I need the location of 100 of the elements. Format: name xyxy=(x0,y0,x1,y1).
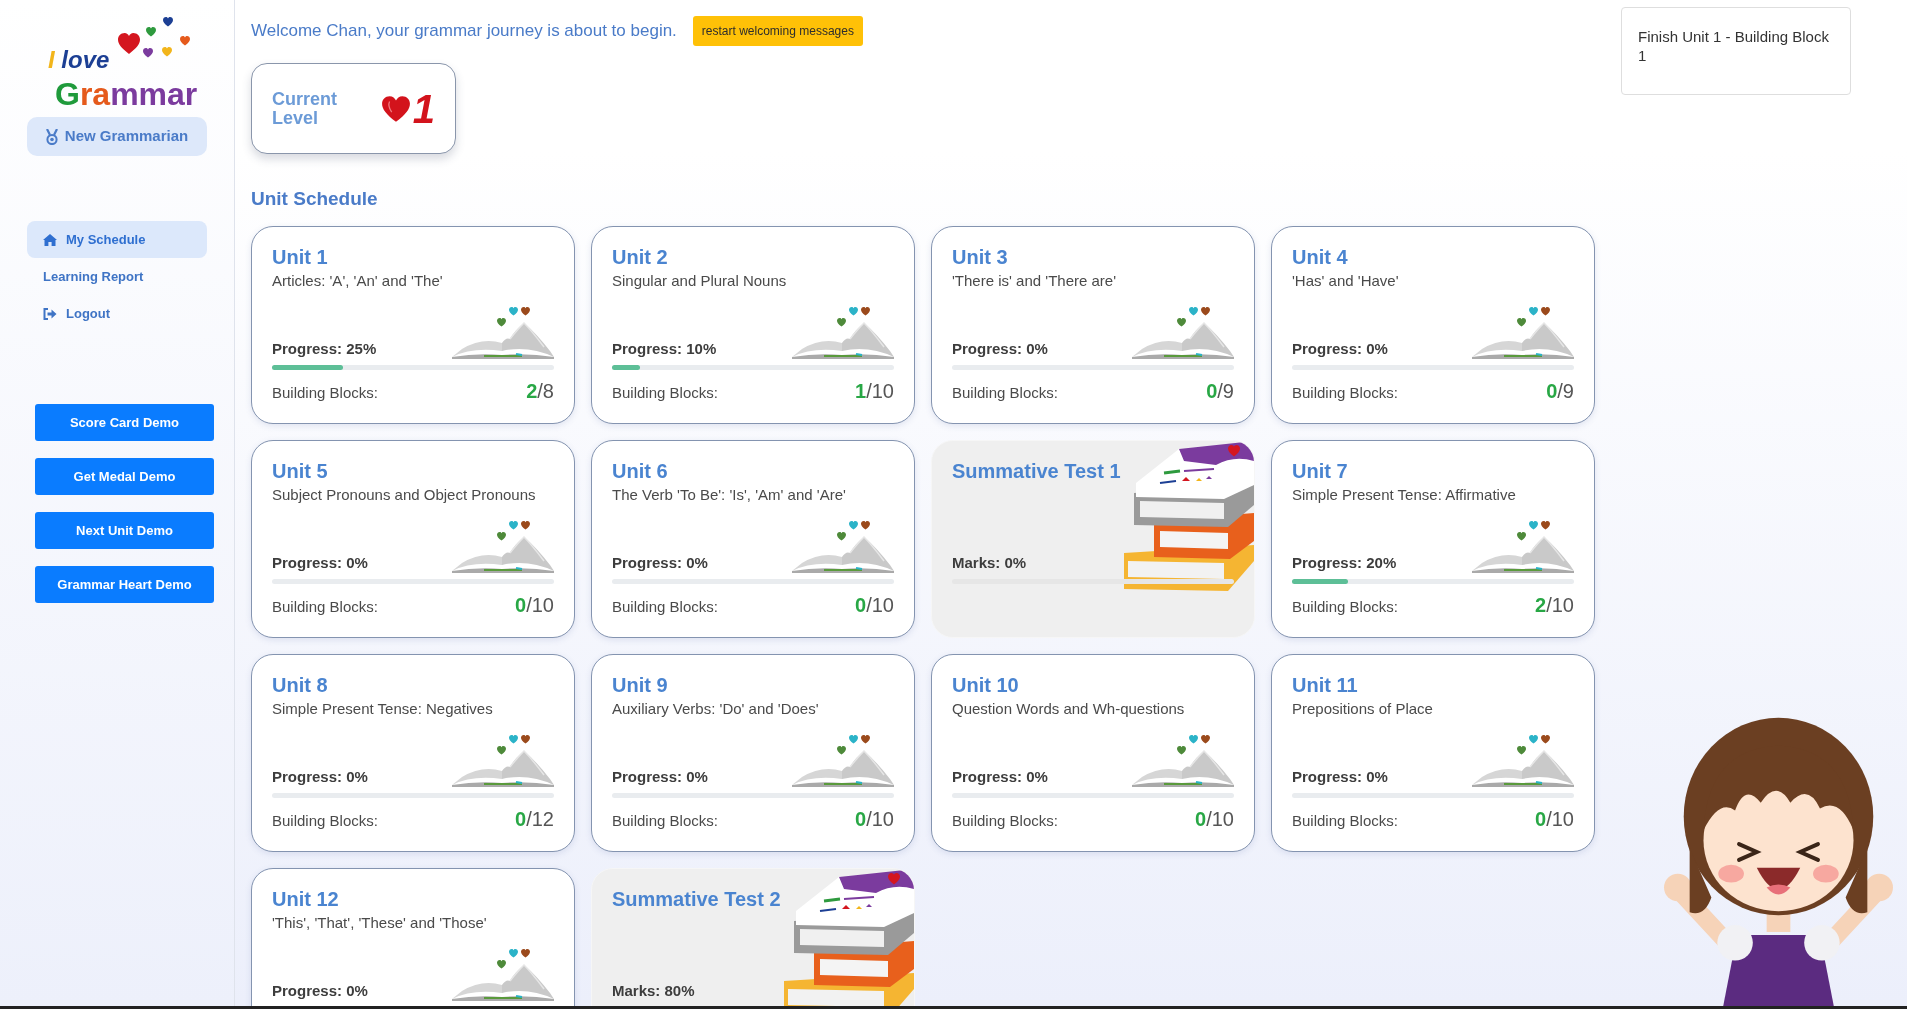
blocks-label: Building Blocks: xyxy=(1292,597,1398,617)
open-book-icon xyxy=(1472,521,1574,573)
unit-topic: Prepositions of Place xyxy=(1292,699,1433,719)
book-stack-icon xyxy=(784,869,914,1006)
blocks-count: 0/9 xyxy=(1546,379,1574,404)
unit-title: Unit 2 xyxy=(612,245,668,270)
blocks-label: Building Blocks: xyxy=(952,383,1058,403)
progress-label: Progress: 0% xyxy=(1292,767,1388,787)
unit-card[interactable]: Unit 2 Singular and Plural Nouns Progress: 10% Building Blocks: 1/10 xyxy=(591,226,915,424)
progress-label: Progress: 10% xyxy=(612,339,717,359)
open-book-icon xyxy=(792,735,894,787)
unit-topic: Subject Pronouns and Object Pronouns xyxy=(272,485,536,505)
section-heading: Unit Schedule xyxy=(251,187,378,211)
next-task-text: Finish Unit 1 - Building Block 1 xyxy=(1638,27,1830,65)
unit-card[interactable]: Unit 6 The Verb 'To Be': 'Is', 'Am' and 'Are' Progress: 0% Building Blocks: 0/10 xyxy=(591,440,915,638)
unit-card[interactable]: Unit 10 Question Words and Wh-questions Progress: 0% Building Blocks: 0/10 xyxy=(931,654,1255,852)
logo-text: I love xyxy=(48,47,110,73)
open-book-icon xyxy=(792,307,894,359)
open-book-icon xyxy=(1472,307,1574,359)
blocks-label: Building Blocks: xyxy=(1292,383,1398,403)
blocks-label: Building Blocks: xyxy=(272,811,378,831)
open-book-icon xyxy=(452,307,554,359)
test-card[interactable]: Summative Test 1 Marks: 0% xyxy=(931,440,1255,638)
blocks-count: 0/9 xyxy=(1206,379,1234,404)
unit-card[interactable]: Unit 1 Articles: 'A', 'An' and 'The' Progress: 25% Building Blocks: 2/8 xyxy=(251,226,575,424)
unit-card[interactable]: Unit 11 Prepositions of Place Progress: 0% Building Blocks: 0/10 xyxy=(1271,654,1595,852)
open-book-icon xyxy=(452,735,554,787)
blocks-count: 0/10 xyxy=(515,593,554,618)
blocks-label: Building Blocks: xyxy=(612,383,718,403)
unit-card[interactable]: Unit 8 Simple Present Tense: Negatives Progress: 0% Building Blocks: 0/12 xyxy=(251,654,575,852)
heart-icon xyxy=(380,94,411,123)
marks-label: Marks: 0% xyxy=(952,553,1027,573)
rank-label: New Grammarian xyxy=(64,126,189,147)
test-title: Summative Test 2 xyxy=(612,887,781,912)
blocks-label: Building Blocks: xyxy=(612,811,718,831)
unit-topic: 'This', 'That', 'These' and 'Those' xyxy=(272,913,487,933)
unit-card[interactable]: Unit 5 Subject Pronouns and Object Pronouns Progress: 0% Building Blocks: 0/10 xyxy=(251,440,575,638)
unit-card[interactable]: Unit 4 'Has' and 'Have' Progress: 0% Building Blocks: 0/9 xyxy=(1271,226,1595,424)
blocks-label: Building Blocks: xyxy=(1292,811,1398,831)
demo-button[interactable]: Score Card Demo xyxy=(35,404,214,441)
progress-label: Progress: 0% xyxy=(1292,339,1388,359)
unit-topic: 'There is' and 'There are' xyxy=(952,271,1117,291)
progress-label: Progress: 0% xyxy=(272,553,368,573)
unit-title: Unit 5 xyxy=(272,459,328,484)
progress-label: Progress: 0% xyxy=(952,767,1048,787)
progress-label: Progress: 25% xyxy=(272,339,377,359)
demo-button[interactable]: Grammar Heart Demo xyxy=(35,566,214,603)
unit-title: Unit 1 xyxy=(272,245,328,270)
open-book-icon xyxy=(1472,735,1574,787)
restart-button[interactable]: restart welcoming messages xyxy=(692,16,863,46)
test-title: Summative Test 1 xyxy=(952,459,1121,484)
blocks-count: 2/10 xyxy=(1535,593,1574,618)
unit-topic: Singular and Plural Nouns xyxy=(612,271,787,291)
blocks-label: Building Blocks: xyxy=(272,597,378,617)
blocks-count: 0/10 xyxy=(855,807,894,832)
welcome-text: Welcome Chan, your grammar journey is about to begin. xyxy=(251,20,677,43)
blocks-count: 0/10 xyxy=(1195,807,1234,832)
logout-icon xyxy=(43,307,57,320)
unit-title: Unit 10 xyxy=(952,673,1019,698)
blocks-label: Building Blocks: xyxy=(272,383,378,403)
nav-item[interactable]: Learning Report xyxy=(27,258,207,295)
demo-button[interactable]: Next Unit Demo xyxy=(35,512,214,549)
progress-label: Progress: 0% xyxy=(272,767,368,787)
progress-label: Progress: 20% xyxy=(1292,553,1397,573)
unit-title: Unit 8 xyxy=(272,673,328,698)
progress-label: Progress: 0% xyxy=(272,981,368,1001)
level-value: 1 xyxy=(412,87,435,130)
unit-card[interactable]: Unit 3 'There is' and 'There are' Progress: 0% Building Blocks: 0/9 xyxy=(931,226,1255,424)
unit-topic: 'Has' and 'Have' xyxy=(1292,271,1399,291)
unit-title: Unit 3 xyxy=(952,245,1008,270)
blocks-count: 0/10 xyxy=(1535,807,1574,832)
level-label: Current Level xyxy=(272,89,338,128)
open-book-icon xyxy=(452,521,554,573)
unit-topic: Articles: 'A', 'An' and 'The' xyxy=(272,271,443,291)
blocks-count: 2/8 xyxy=(526,379,554,404)
unit-topic: The Verb 'To Be': 'Is', 'Am' and 'Are' xyxy=(612,485,846,505)
unit-title: Unit 9 xyxy=(612,673,668,698)
unit-card[interactable]: Unit 9 Auxiliary Verbs: 'Do' and 'Does' Progress: 0% Building Blocks: 0/10 xyxy=(591,654,915,852)
open-book-icon xyxy=(1132,307,1234,359)
logo-text: Grammar xyxy=(55,77,198,111)
open-book-icon xyxy=(1132,735,1234,787)
progress-label: Progress: 0% xyxy=(612,553,708,573)
unit-topic: Question Words and Wh-questions xyxy=(952,699,1185,719)
unit-topic: Auxiliary Verbs: 'Do' and 'Does' xyxy=(612,699,819,719)
open-book-icon xyxy=(452,949,554,1001)
unit-card[interactable]: Unit 12 'This', 'That', 'These' and 'Those' Progress: 0% xyxy=(251,868,575,1006)
test-card[interactable]: Summative Test 2 Marks: 80% xyxy=(591,868,915,1006)
blocks-count: 0/12 xyxy=(515,807,554,832)
medal-icon xyxy=(45,128,58,145)
nav-item[interactable]: My Schedule xyxy=(27,221,207,258)
blocks-count: 0/10 xyxy=(855,593,894,618)
unit-card[interactable]: Unit 7 Simple Present Tense: Affirmative Progress: 20% Building Blocks: 2/10 xyxy=(1271,440,1595,638)
nav-item[interactable]: Logout xyxy=(27,295,207,332)
unit-title: Unit 12 xyxy=(272,887,339,912)
demo-button[interactable]: Get Medal Demo xyxy=(35,458,214,495)
progress-label: Progress: 0% xyxy=(952,339,1048,359)
unit-title: Unit 11 xyxy=(1292,673,1358,698)
unit-title: Unit 4 xyxy=(1292,245,1348,270)
book-stack-icon xyxy=(1124,441,1254,593)
blocks-count: 1/10 xyxy=(855,379,894,404)
